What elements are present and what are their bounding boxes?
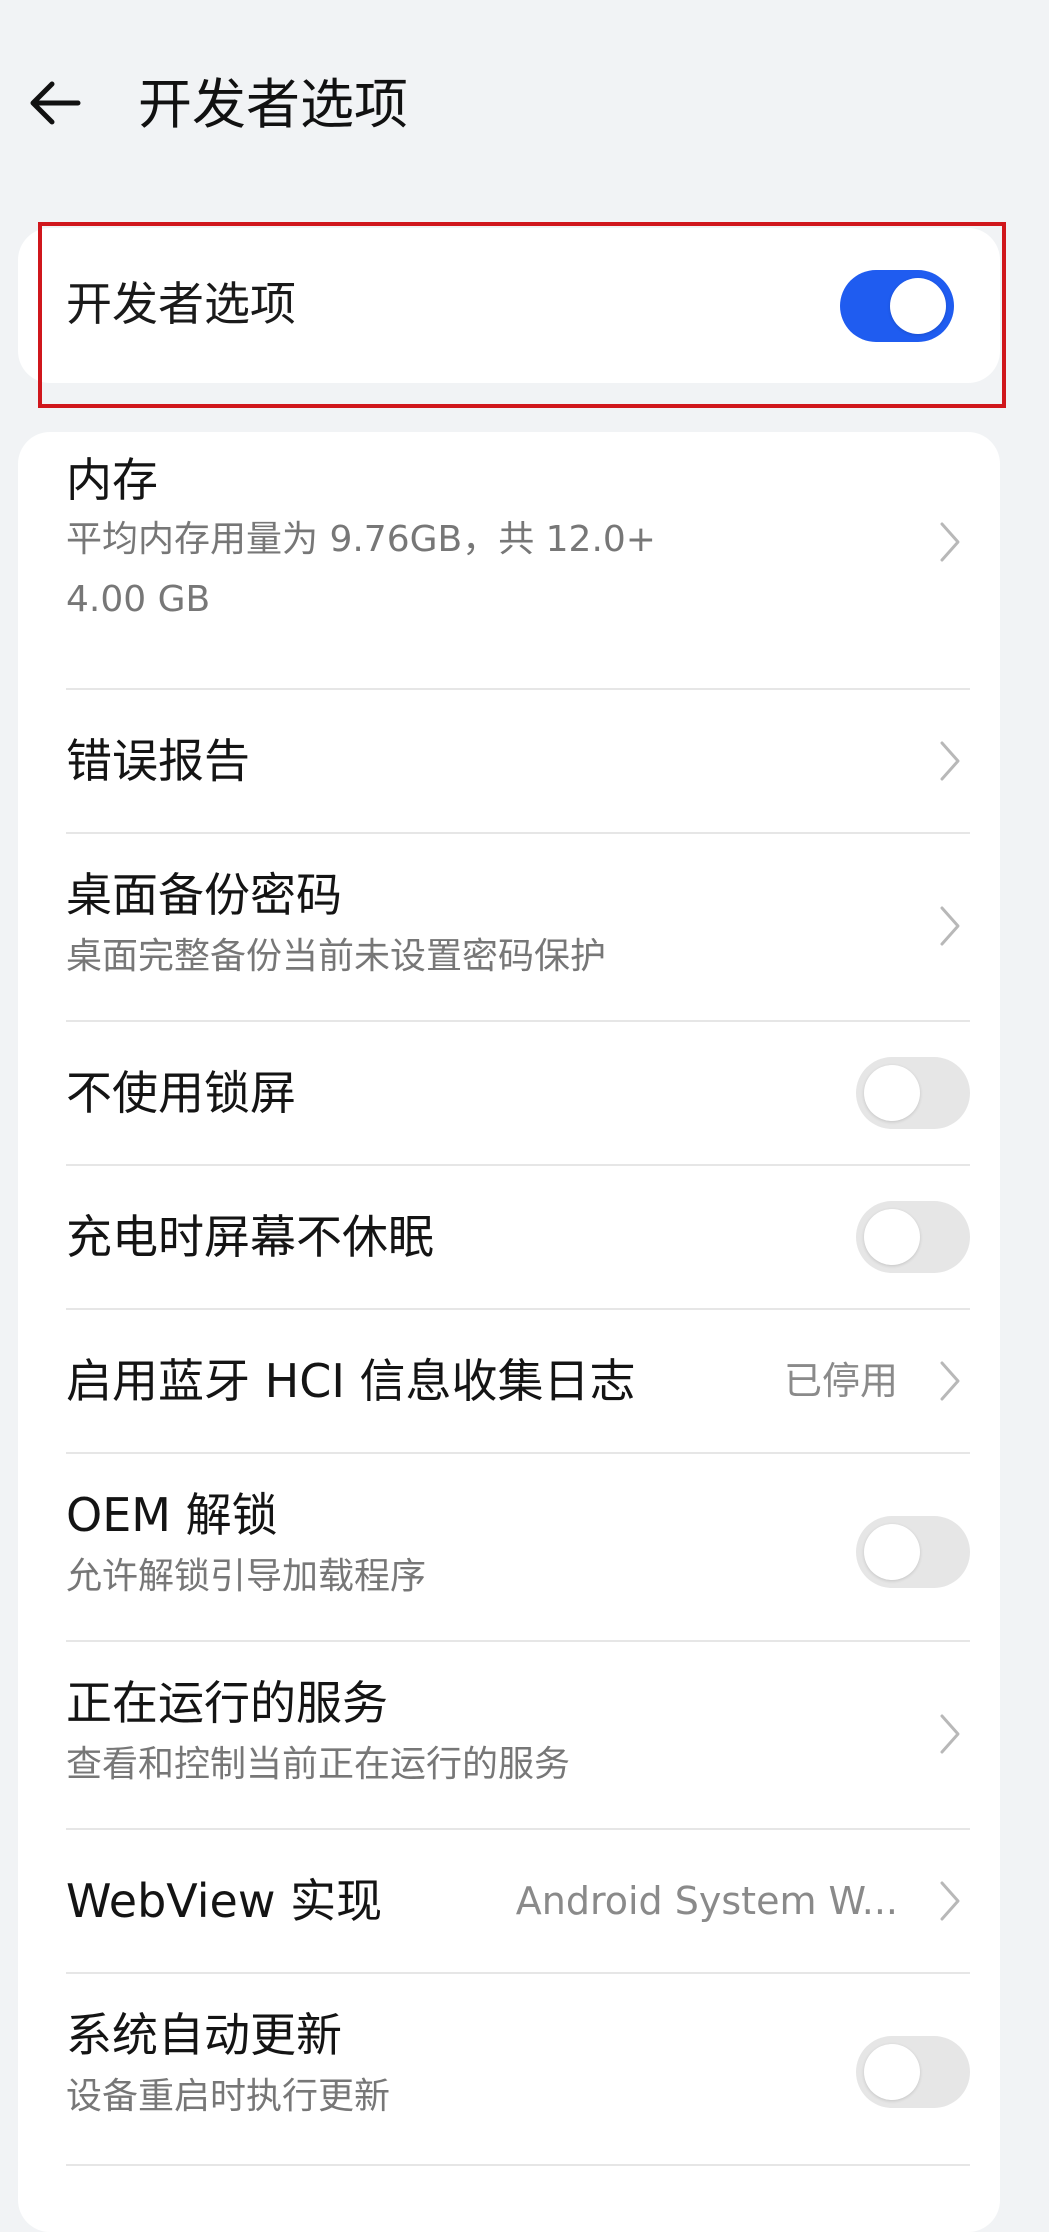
chevron-right-icon — [936, 737, 964, 785]
setting-subtitle: 允许解锁引导加载程序 — [66, 1556, 427, 1597]
back-arrow-icon — [30, 81, 81, 125]
chevron-right-icon — [936, 518, 964, 566]
chevron-right-icon — [936, 1877, 964, 1925]
setting-row-bluetooth-hci-log[interactable]: 启用蓝牙 HCI 信息收集日志 已停用 — [66, 1310, 970, 1452]
setting-title: WebView 实现 — [66, 1874, 383, 1928]
toggle-knob — [864, 1065, 920, 1121]
no-lock-screen-toggle[interactable] — [856, 1057, 970, 1129]
toggle-knob — [864, 1524, 920, 1580]
developer-options-master-toggle[interactable] — [840, 270, 954, 342]
setting-value: Android System W... — [515, 1879, 898, 1923]
settings-list-card: 内存 平均内存用量为 9.76GB，共 12.0+ 4.00 GB 错误报告 桌… — [18, 432, 1000, 2232]
setting-row-no-lock-screen: 不使用锁屏 — [66, 1022, 970, 1164]
setting-title: OEM 解锁 — [66, 1488, 278, 1542]
setting-row-stay-awake: 充电时屏幕不休眠 — [66, 1166, 970, 1308]
setting-row-webview[interactable]: WebView 实现 Android System W... — [66, 1830, 970, 1972]
developer-options-master-card: 开发者选项 — [18, 228, 1000, 383]
toggle-knob — [890, 278, 946, 334]
setting-subtitle: 桌面完整备份当前未设置密码保护 — [66, 936, 607, 977]
setting-row-memory[interactable]: 内存 平均内存用量为 9.76GB，共 12.0+ 4.00 GB — [66, 450, 970, 650]
chevron-right-icon — [936, 1710, 964, 1758]
app-header: 开发者选项 — [0, 0, 1049, 210]
setting-title: 内存 — [66, 453, 158, 507]
setting-title: 充电时屏幕不休眠 — [66, 1210, 434, 1264]
setting-subtitle: 4.00 GB — [66, 579, 211, 620]
setting-title: 系统自动更新 — [66, 2008, 342, 2062]
setting-row-oem-unlock: OEM 解锁 允许解锁引导加载程序 — [66, 1454, 970, 1640]
oem-unlock-toggle[interactable] — [856, 1516, 970, 1588]
setting-subtitle: 查看和控制当前正在运行的服务 — [66, 1744, 571, 1785]
setting-title: 不使用锁屏 — [66, 1066, 296, 1120]
setting-row-running-services[interactable]: 正在运行的服务 查看和控制当前正在运行的服务 — [66, 1642, 970, 1828]
setting-title: 正在运行的服务 — [66, 1676, 388, 1730]
setting-title: 桌面备份密码 — [66, 868, 342, 922]
developer-options-master-label: 开发者选项 — [66, 277, 296, 331]
setting-subtitle: 平均内存用量为 9.76GB，共 12.0+ — [66, 519, 656, 560]
divider — [66, 2164, 970, 2166]
setting-title: 错误报告 — [66, 734, 250, 788]
chevron-right-icon — [936, 902, 964, 950]
setting-row-backup-password[interactable]: 桌面备份密码 桌面完整备份当前未设置密码保护 — [66, 834, 970, 1020]
setting-title: 启用蓝牙 HCI 信息收集日志 — [66, 1354, 636, 1408]
setting-subtitle: 设备重启时执行更新 — [66, 2076, 391, 2117]
setting-row-bug-report[interactable]: 错误报告 — [66, 690, 970, 832]
page-title: 开发者选项 — [138, 73, 408, 136]
setting-row-auto-update: 系统自动更新 设备重启时执行更新 — [66, 1974, 970, 2164]
toggle-knob — [864, 2044, 920, 2100]
stay-awake-toggle[interactable] — [856, 1201, 970, 1273]
back-button[interactable] — [20, 68, 90, 138]
setting-value: 已停用 — [783, 1359, 898, 1403]
chevron-right-icon — [936, 1357, 964, 1405]
toggle-knob — [864, 1209, 920, 1265]
auto-update-toggle[interactable] — [856, 2036, 970, 2108]
